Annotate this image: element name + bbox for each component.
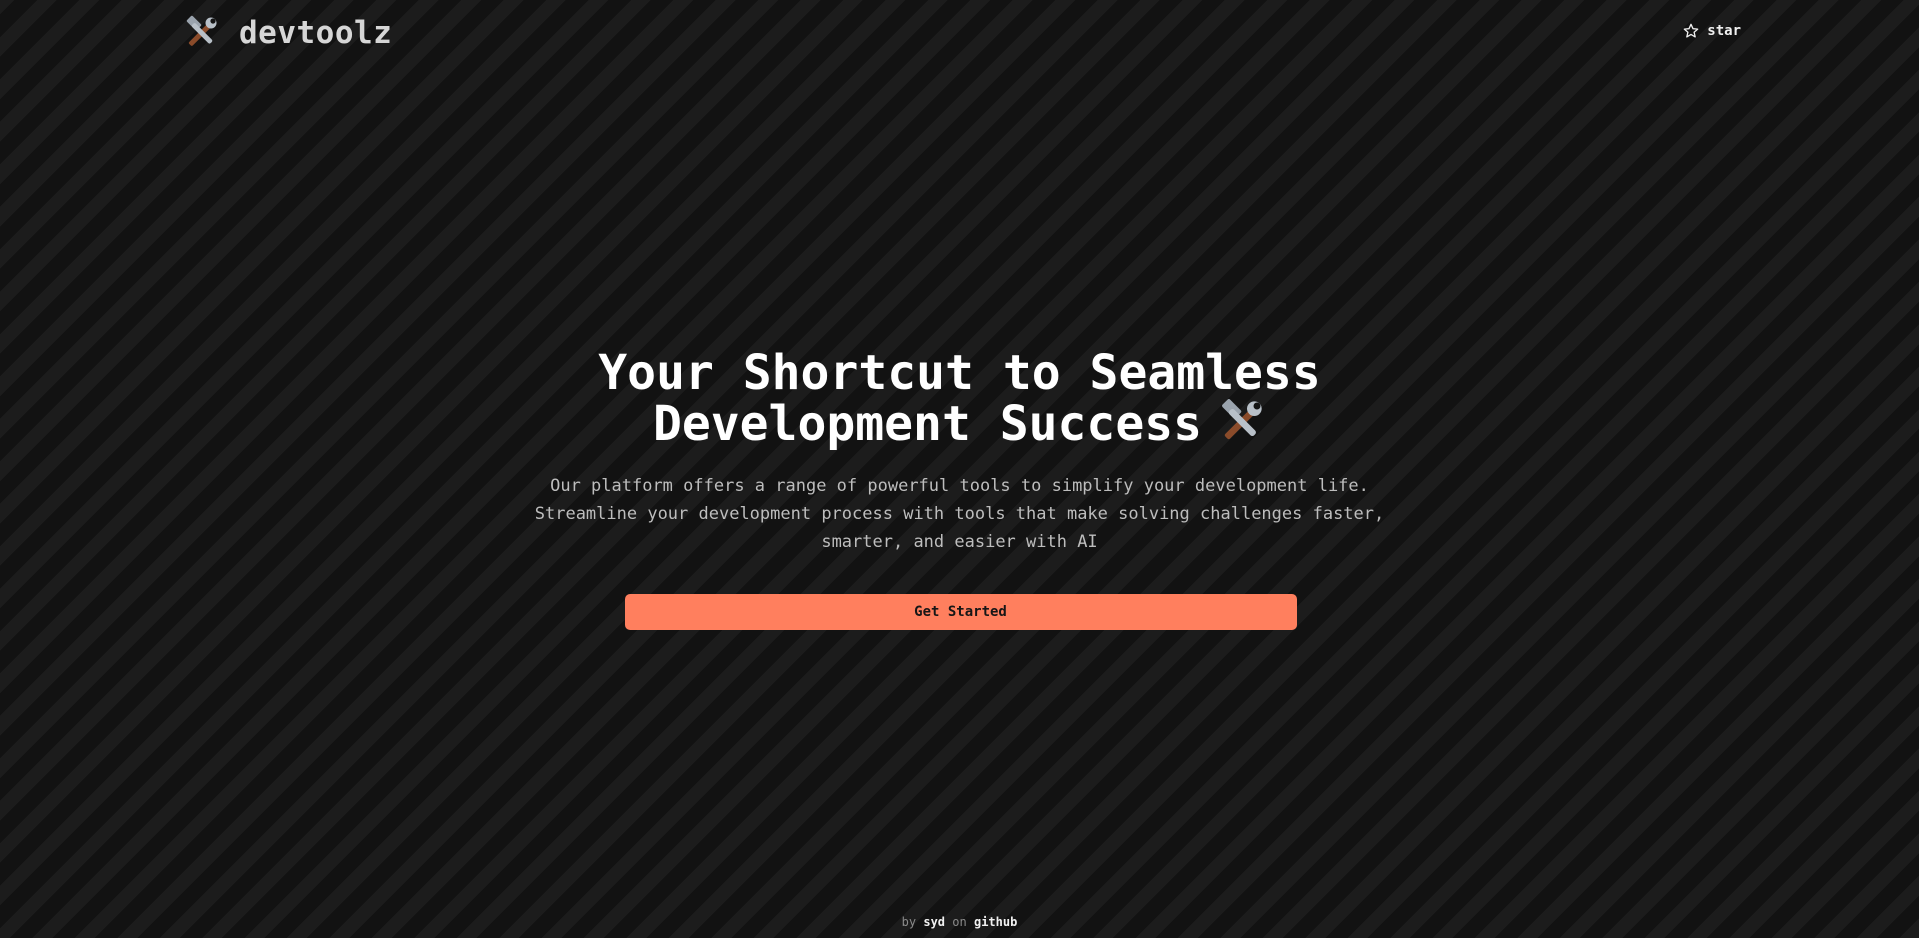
- footer-github-link[interactable]: github: [974, 915, 1017, 929]
- hero-description: Our platform offers a range of powerful …: [500, 472, 1420, 556]
- footer-credit: by syd on github: [0, 915, 1919, 929]
- top-nav: devtoolz star: [0, 0, 1919, 68]
- footer-on-text: on: [952, 915, 967, 929]
- hero-description-line-1: Our platform offers a range of powerful …: [550, 476, 1369, 496]
- footer-author-link[interactable]: syd: [923, 915, 945, 929]
- get-started-button[interactable]: Get Started: [624, 594, 1297, 630]
- hammer-and-wrench-icon: [1222, 399, 1262, 440]
- star-label: star: [1707, 23, 1741, 39]
- brand-name: devtoolz: [239, 15, 393, 51]
- brand-logo-link[interactable]: devtoolz: [183, 15, 392, 51]
- hammer-and-wrench-icon: [186, 15, 217, 46]
- footer-by-text: by: [901, 915, 917, 929]
- star-button[interactable]: star: [1683, 23, 1741, 39]
- star-outline-icon: [1683, 23, 1699, 38]
- hero-title-line-2: Development Success: [460, 398, 1460, 449]
- hero-description-line-2: Streamline your development process with…: [534, 504, 1385, 524]
- hero-title-line-1: Your Shortcut to Seamless: [598, 345, 1321, 401]
- hero-title-line-2-text: Development Success: [652, 396, 1203, 452]
- hero-description-line-3: smarter, and easier with AI: [821, 532, 1098, 552]
- hero-title: Your Shortcut to Seamless Development Su…: [460, 348, 1460, 449]
- hero-section: Your Shortcut to Seamless Development Su…: [0, 348, 1919, 630]
